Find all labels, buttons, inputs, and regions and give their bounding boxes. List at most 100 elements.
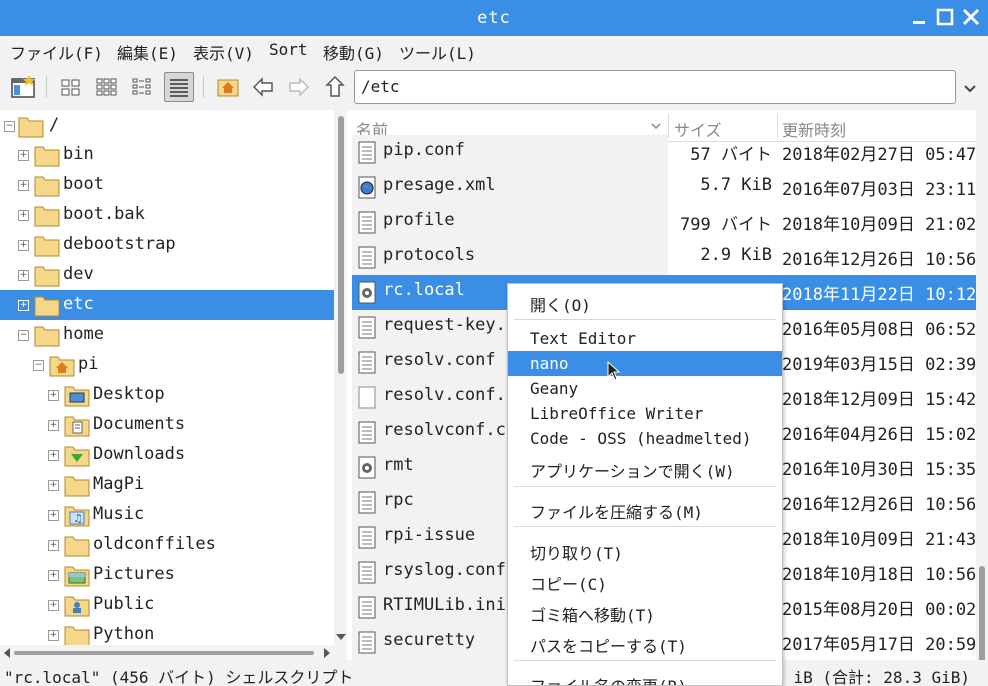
menu-tools[interactable]: ツール(L) (399, 40, 476, 64)
file-date: 2016年10月30日 15:35 (782, 460, 976, 480)
expand-icon[interactable]: + (18, 210, 29, 221)
minimize-icon[interactable] (908, 6, 930, 28)
tree-item-label: pi (78, 354, 99, 374)
tree-item-label: debootstrap (63, 234, 176, 254)
list-vertical-scrollbar[interactable] (976, 110, 988, 686)
menu-item-open-with[interactable]: アプリケーションで開く(W) (508, 455, 782, 481)
compact-view-icon[interactable] (128, 72, 158, 102)
menu-sort[interactable]: Sort (269, 40, 308, 59)
menu-item-copy-path[interactable]: パスをコピーする(T) (508, 630, 782, 656)
menu-item-nano[interactable]: nano (508, 351, 782, 376)
file-size: 57 バイト (690, 145, 772, 165)
tree-item-pictures[interactable]: + Pictures (0, 560, 334, 590)
tree-item-pi[interactable]: − pi (0, 350, 334, 380)
tree-item-label: etc (63, 294, 94, 314)
tree-item-root[interactable]: − / (0, 111, 334, 141)
menu-item-copy[interactable]: コピー(C) (508, 568, 782, 594)
folder-icon (34, 176, 60, 197)
window-title: etc (477, 8, 511, 28)
file-row[interactable]: pip.conf 57 バイト 2018年02月27日 05:47 (352, 135, 976, 170)
expand-icon[interactable]: + (48, 540, 59, 551)
menu-item-rename[interactable]: ファイル名の変更(R) (508, 670, 782, 685)
path-input[interactable] (361, 77, 941, 96)
menu-item-compress[interactable]: ファイルを圧縮する(M) (508, 496, 782, 522)
file-date: 2018年10月18日 10:56 (782, 565, 976, 585)
pictures-folder-icon (64, 566, 90, 587)
tree-item-documents[interactable]: + Documents (0, 410, 334, 440)
chevron-down-icon[interactable] (960, 78, 980, 98)
menu-item-move-to-trash[interactable]: ゴミ箱へ移動(T) (508, 599, 782, 625)
tree-item-label: bin (63, 144, 94, 164)
tree-item-boot[interactable]: + boot (0, 170, 334, 200)
folder-icon (34, 326, 60, 347)
menu-edit[interactable]: 編集(E) (117, 40, 178, 64)
icon-view-icon[interactable] (56, 72, 86, 102)
collapse-icon[interactable]: − (4, 121, 15, 132)
expand-icon[interactable]: + (48, 630, 59, 641)
status-bar: "rc.local" (456 バイト) シェルスクリプト iB (合計: 28… (0, 660, 988, 686)
tree-item-boot-bak[interactable]: + boot.bak (0, 200, 334, 230)
expand-icon[interactable]: + (18, 150, 29, 161)
text-file-icon (358, 596, 376, 619)
tree-horizontal-scrollbar[interactable] (0, 634, 347, 660)
menu-item-open[interactable]: 開く(O) (508, 289, 782, 315)
documents-folder-icon (64, 416, 90, 437)
collapse-icon[interactable]: − (18, 330, 29, 341)
file-row[interactable]: presage.xml 5.7 KiB 2016年07月03日 23:11 (352, 170, 976, 205)
file-date: 2016年12月26日 10:56 (782, 250, 976, 270)
menu-go[interactable]: 移動(G) (323, 40, 384, 64)
file-row[interactable]: protocols 2.9 KiB 2016年12月26日 10:56 (352, 240, 976, 275)
expand-icon[interactable]: + (48, 450, 59, 461)
path-bar[interactable] (354, 70, 956, 104)
expand-icon[interactable]: + (48, 390, 59, 401)
file-date: 2018年02月27日 05:47 (782, 145, 976, 165)
file-name: rsyslog.conf (383, 560, 506, 580)
tree-item-downloads[interactable]: + Downloads (0, 440, 334, 470)
tree-item-desktop[interactable]: + Desktop (0, 380, 334, 410)
tree-item-etc[interactable]: + etc (0, 290, 334, 320)
expand-icon[interactable]: + (18, 300, 29, 311)
tree-item-label: MagPi (93, 474, 145, 494)
expand-icon[interactable]: + (18, 180, 29, 191)
maximize-icon[interactable] (934, 6, 956, 28)
menu-item-geany[interactable]: Geany (508, 376, 782, 401)
up-arrow-icon[interactable] (320, 72, 350, 102)
tree-item-music[interactable]: + ♫ Music (0, 500, 334, 530)
tree-item-label: Music (93, 504, 145, 524)
text-file-icon (358, 631, 376, 654)
folder-icon (34, 206, 60, 227)
tree-item-public[interactable]: + Public (0, 590, 334, 620)
tree-item-debootstrap[interactable]: + debootstrap (0, 230, 334, 260)
collapse-icon[interactable]: − (33, 360, 44, 371)
back-arrow-icon[interactable] (248, 72, 278, 102)
close-icon[interactable] (960, 6, 982, 28)
tree-item-python[interactable]: + Python (0, 620, 334, 647)
new-window-icon[interactable] (8, 72, 38, 102)
tree-item-oldconffiles[interactable]: + oldconffiles (0, 530, 334, 560)
tree-item-bin[interactable]: + bin (0, 140, 334, 170)
menu-item-libreoffice-writer[interactable]: LibreOffice Writer (508, 401, 782, 426)
menu-item-text-editor[interactable]: Text Editor (508, 326, 782, 351)
tree-item-magpi[interactable]: + MagPi (0, 470, 334, 500)
expand-icon[interactable]: + (18, 270, 29, 281)
thumbnail-view-icon[interactable] (92, 72, 122, 102)
expand-icon[interactable]: + (48, 600, 59, 611)
tree-vertical-scrollbar[interactable] (334, 110, 347, 647)
file-name: pip.conf (383, 140, 465, 160)
detailed-list-view-icon[interactable] (164, 72, 194, 102)
home-icon[interactable] (213, 72, 243, 102)
menu-item-code-oss[interactable]: Code - OSS (headmelted) (508, 426, 782, 451)
expand-icon[interactable]: + (48, 510, 59, 521)
expand-icon[interactable]: + (48, 420, 59, 431)
menu-item-cut[interactable]: 切り取り(T) (508, 537, 782, 563)
tree-item-dev[interactable]: + dev (0, 260, 334, 290)
menu-file[interactable]: ファイル(F) (10, 40, 103, 64)
expand-icon[interactable]: + (18, 240, 29, 251)
expand-icon[interactable]: + (48, 570, 59, 581)
menu-view[interactable]: 表示(V) (193, 40, 254, 64)
tree-item-home[interactable]: − home (0, 320, 334, 350)
file-row[interactable]: profile 799 バイト 2018年10月09日 21:02 (352, 205, 976, 240)
text-file-icon (358, 141, 376, 164)
expand-icon[interactable]: + (48, 480, 59, 491)
forward-arrow-icon[interactable] (284, 72, 314, 102)
